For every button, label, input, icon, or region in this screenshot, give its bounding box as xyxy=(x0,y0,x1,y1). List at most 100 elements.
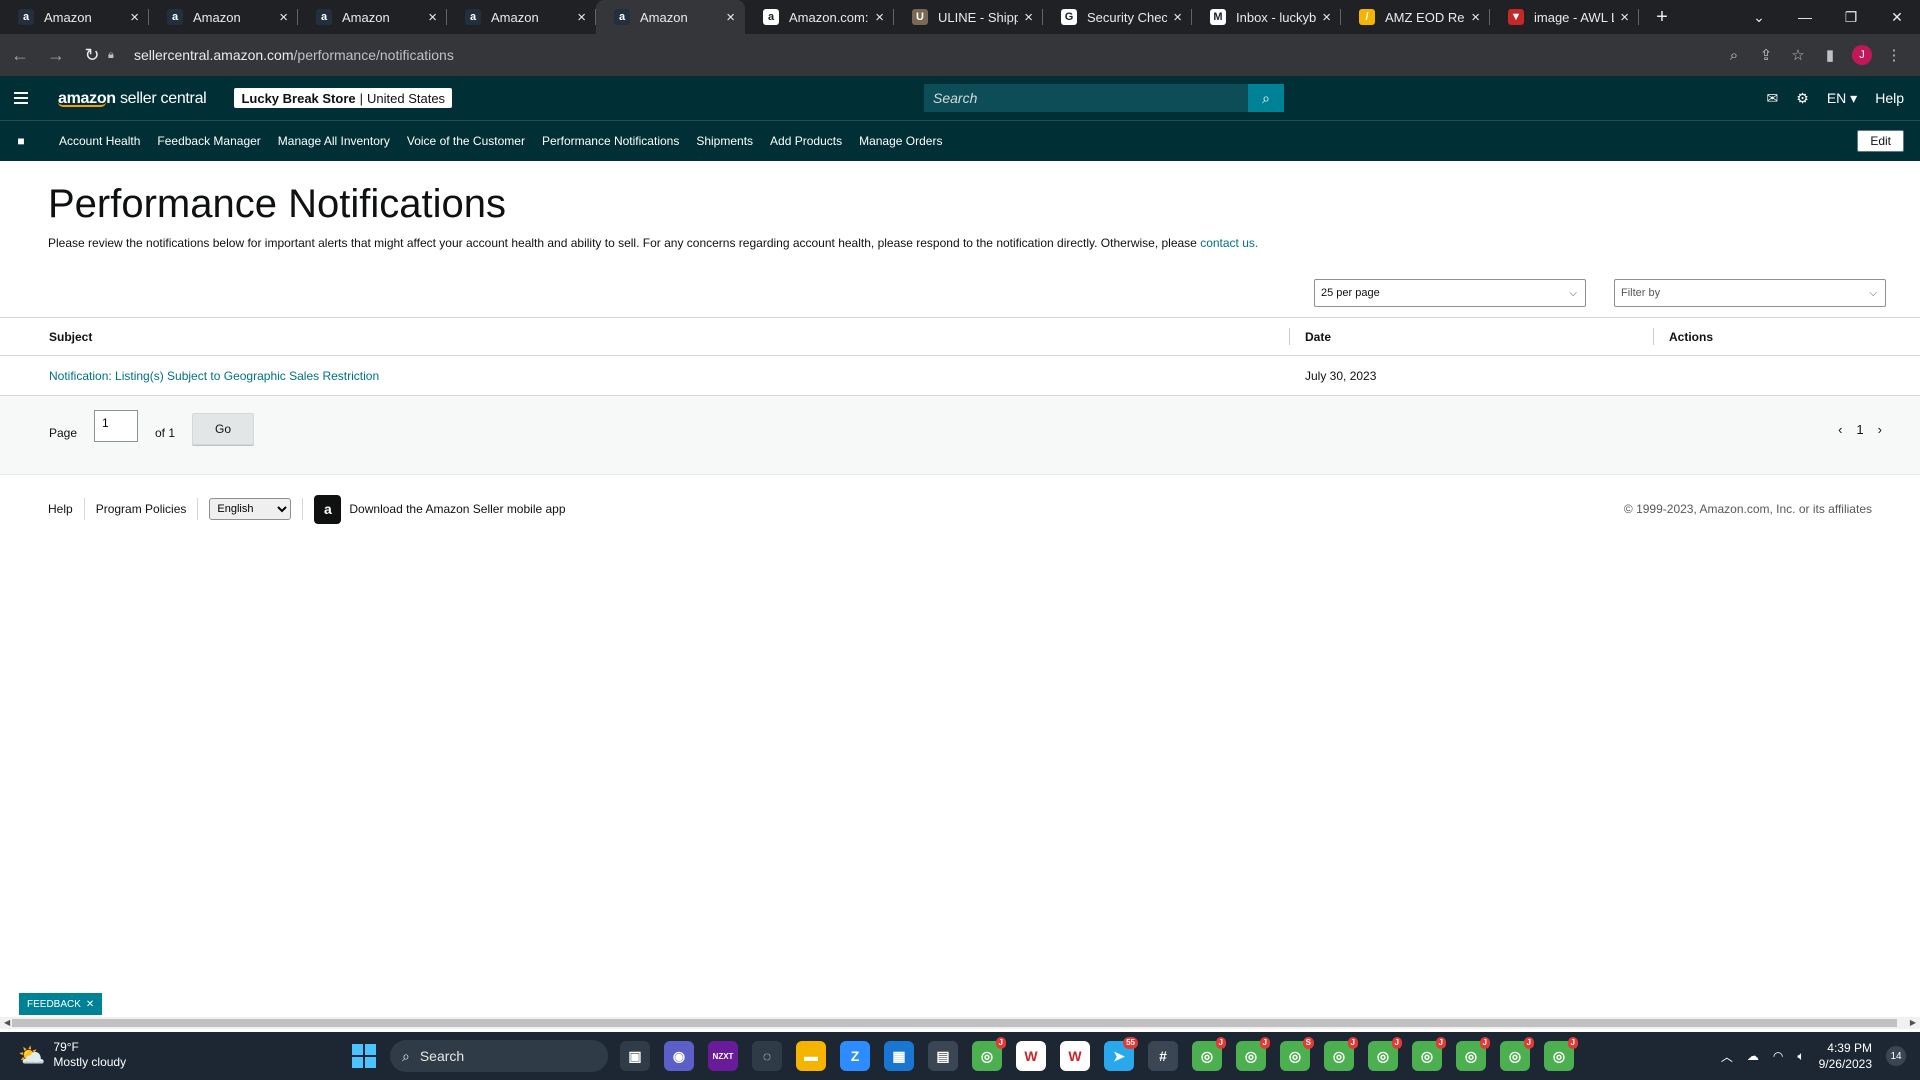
chrome-4-icon[interactable]: ◎ S xyxy=(1280,1037,1314,1071)
close-tab-icon[interactable]: × xyxy=(1322,9,1331,26)
close-window-icon[interactable]: ✕ xyxy=(1874,0,1920,34)
close-tab-icon[interactable]: × xyxy=(1620,9,1629,26)
close-tab-icon[interactable]: × xyxy=(875,9,884,26)
edit-button[interactable]: Edit xyxy=(1857,130,1904,152)
nav-item-shipments[interactable]: Shipments xyxy=(696,134,753,148)
amazon-app-icon[interactable]: a xyxy=(314,494,342,524)
new-tab-icon[interactable]: + xyxy=(1645,0,1679,34)
chevron-up-icon[interactable]: ︿ xyxy=(1721,1048,1733,1065)
close-tab-icon[interactable]: × xyxy=(1024,9,1033,26)
close-tab-icon[interactable]: × xyxy=(726,9,735,26)
close-tab-icon[interactable]: × xyxy=(130,9,139,26)
task-view-icon[interactable]: ▣ xyxy=(620,1041,650,1071)
close-tab-icon[interactable]: × xyxy=(1173,9,1182,26)
chrome-6-icon[interactable]: ◎ J xyxy=(1368,1037,1402,1071)
nav-item-performance-notifications[interactable]: Performance Notifications xyxy=(542,134,679,148)
close-tab-icon[interactable]: × xyxy=(428,9,437,26)
app-wl-2-icon[interactable]: W xyxy=(1060,1041,1090,1071)
notification-count-badge[interactable]: 14 xyxy=(1886,1046,1906,1066)
close-tab-icon[interactable]: × xyxy=(1471,9,1480,26)
browser-tab[interactable]: a Amazon × xyxy=(447,0,596,34)
nav-item-add-products[interactable]: Add Products xyxy=(770,134,842,148)
close-tab-icon[interactable]: × xyxy=(577,9,586,26)
program-policies-link[interactable]: Program Policies xyxy=(96,502,187,516)
windows-start-icon[interactable] xyxy=(352,1044,376,1068)
weather-widget[interactable]: ⛅ 79°F Mostly cloudy xyxy=(18,1040,126,1070)
scrollbar-thumb[interactable] xyxy=(12,1019,1897,1027)
file-explorer-icon[interactable]: ▬ xyxy=(796,1041,826,1071)
store-switcher[interactable]: Lucky Break Store | United States xyxy=(234,88,453,108)
search-input[interactable] xyxy=(924,84,1248,112)
volume-icon[interactable]: 🔈︎ xyxy=(1797,1049,1804,1064)
chrome-8-icon[interactable]: ◎ J xyxy=(1456,1037,1490,1071)
onedrive-cloud-icon[interactable]: ☁ xyxy=(1747,1049,1759,1063)
column-header-date[interactable]: Date xyxy=(1305,330,1331,344)
nav-item-feedback-manager[interactable]: Feedback Manager xyxy=(157,134,260,148)
footer-help-link[interactable]: Help xyxy=(48,502,73,516)
notification-subject-link[interactable]: Notification: Listing(s) Subject to Geog… xyxy=(49,369,379,383)
help-link[interactable]: Help xyxy=(1875,90,1904,106)
close-tab-icon[interactable]: × xyxy=(279,9,288,26)
teams-icon[interactable]: ◉ xyxy=(664,1041,694,1071)
url-field[interactable]: 🔒︎ sellercentral.amazon.com/performance/… xyxy=(108,40,1904,70)
nav-item-account-health[interactable]: Account Health xyxy=(59,134,140,148)
minimize-icon[interactable]: — xyxy=(1782,0,1828,34)
feedback-button[interactable]: FEEDBACK ✕ xyxy=(19,993,103,1015)
nzxt-icon[interactable]: NZXT xyxy=(708,1041,738,1071)
current-page-number[interactable]: 1 xyxy=(1856,422,1863,437)
telegram-icon[interactable]: ➤ 55 xyxy=(1104,1037,1138,1071)
scroll-right-icon[interactable]: ▶ xyxy=(1910,1017,1916,1029)
forward-icon[interactable]: → xyxy=(40,39,72,71)
bookmark-icon[interactable]: ■ xyxy=(0,134,42,148)
reload-icon[interactable]: ↻ xyxy=(76,39,108,71)
browser-tab[interactable]: ▼ image - AWL LA × xyxy=(1490,0,1639,34)
lock-icon[interactable]: 🔒︎ xyxy=(108,49,122,62)
side-panel-icon[interactable]: ▮ xyxy=(1814,46,1846,64)
wifi-icon[interactable]: ◠ xyxy=(1773,1049,1783,1063)
contact-us-link[interactable]: contact us. xyxy=(1200,236,1258,250)
browser-tab[interactable]: a Amazon.com: Ta × xyxy=(745,0,894,34)
chrome-9-icon[interactable]: ◎ J xyxy=(1500,1037,1534,1071)
chrome-3-icon[interactable]: ◎ J xyxy=(1236,1037,1270,1071)
download-app-link[interactable]: Download the Amazon Seller mobile app xyxy=(349,502,565,516)
browser-tab[interactable]: G Security Check- × xyxy=(1043,0,1192,34)
profile-avatar[interactable]: J xyxy=(1852,45,1872,65)
hamburger-menu-icon[interactable] xyxy=(0,92,42,104)
nav-item-manage-orders[interactable]: Manage Orders xyxy=(859,134,942,148)
browser-tab[interactable]: U ULINE - Shippin × xyxy=(894,0,1043,34)
go-button[interactable]: Go xyxy=(192,413,254,445)
restore-icon[interactable]: ❐ xyxy=(1828,0,1874,34)
slack-icon[interactable]: # xyxy=(1148,1041,1178,1071)
clock[interactable]: 4:39 PM 9/26/2023 xyxy=(1819,1040,1872,1072)
scroll-left-icon[interactable]: ◀ xyxy=(4,1017,10,1029)
mail-icon[interactable]: ✉ xyxy=(1767,90,1779,107)
browser-tab[interactable]: a Amazon × xyxy=(298,0,447,34)
close-icon[interactable]: ✕ xyxy=(86,999,94,1010)
chrome-1-icon[interactable]: ◎ J xyxy=(972,1037,1006,1071)
page-number-input[interactable] xyxy=(94,410,138,442)
chrome-5-icon[interactable]: ◎ J xyxy=(1324,1037,1358,1071)
browser-tab[interactable]: a Amazon × xyxy=(596,0,745,34)
next-page-icon[interactable]: › xyxy=(1878,422,1882,437)
app-wl-1-icon[interactable]: W xyxy=(1016,1041,1046,1071)
app-circle-icon[interactable]: ◌ xyxy=(752,1041,782,1071)
taskbar-search[interactable]: ⌕ Search xyxy=(390,1040,608,1072)
share-icon[interactable]: ⇪ xyxy=(1750,46,1782,64)
chrome-7-icon[interactable]: ◎ J xyxy=(1412,1037,1446,1071)
horizontal-scrollbar[interactable]: ◀ ▶ xyxy=(0,1017,1920,1029)
back-icon[interactable]: ← xyxy=(4,39,36,71)
search-button[interactable]: ⌕ xyxy=(1248,84,1284,112)
filter-select[interactable]: Filter by ⌵ xyxy=(1614,279,1886,307)
chrome-10-icon[interactable]: ◎ J xyxy=(1544,1037,1578,1071)
calendar-icon[interactable]: ▦ xyxy=(884,1041,914,1071)
language-selector[interactable]: EN ▾ xyxy=(1827,90,1857,107)
browser-tab[interactable]: / AMZ EOD Repo × xyxy=(1341,0,1490,34)
nav-item-voice-of-the-customer[interactable]: Voice of the Customer xyxy=(407,134,525,148)
bookmark-star-icon[interactable]: ☆ xyxy=(1782,46,1814,64)
zoom-icon[interactable]: ⌕ xyxy=(1718,47,1750,64)
browser-tab[interactable]: M Inbox - luckybre × xyxy=(1192,0,1341,34)
seller-central-logo[interactable]: amazon seller central xyxy=(58,90,207,107)
gear-icon[interactable]: ⚙ xyxy=(1796,90,1809,107)
column-header-subject[interactable]: Subject xyxy=(49,330,92,344)
zoom-icon[interactable]: Z xyxy=(840,1041,870,1071)
